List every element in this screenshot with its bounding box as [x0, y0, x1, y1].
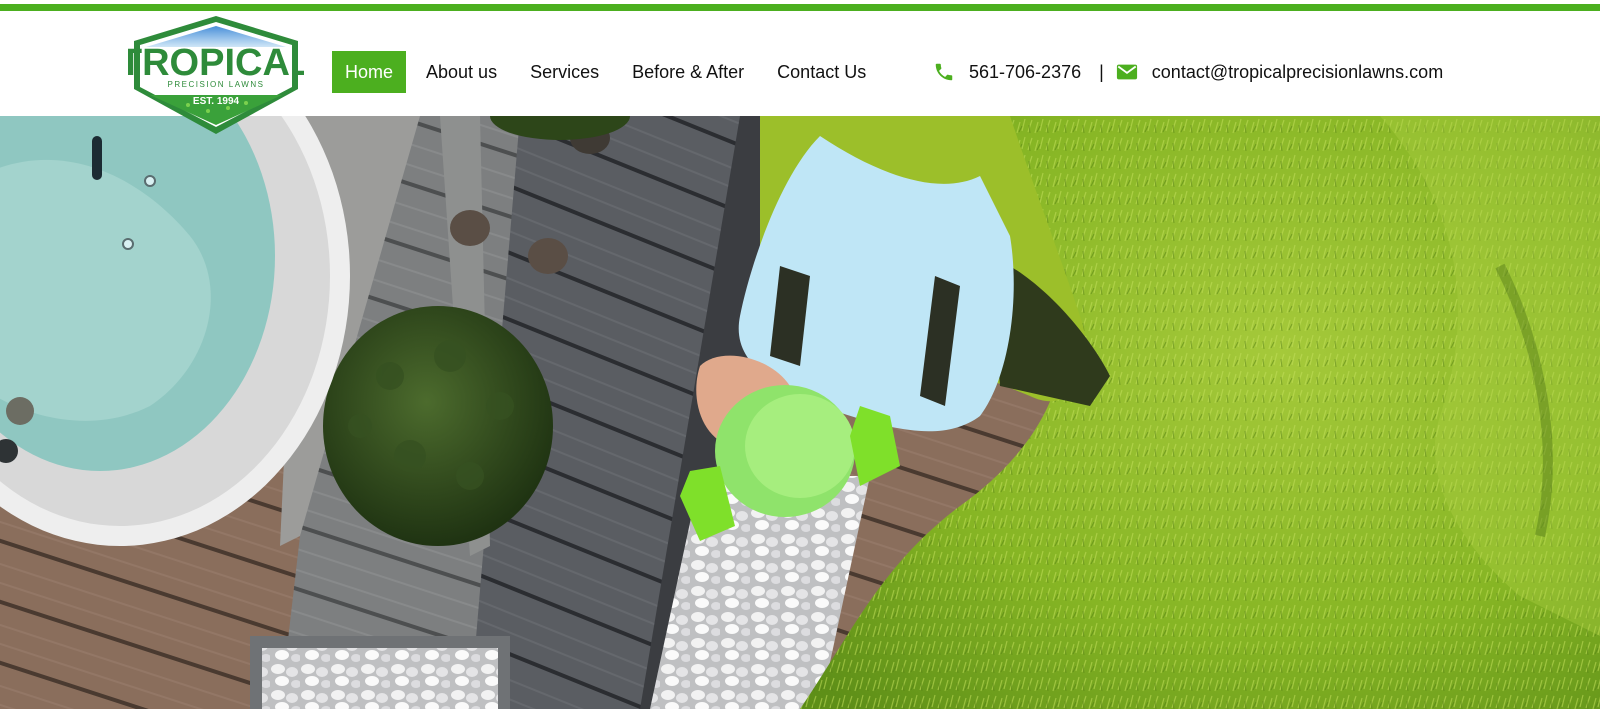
phone-link[interactable]: 561-706-2376	[969, 62, 1081, 83]
nav-item-before-after[interactable]: Before & After	[619, 51, 757, 93]
logo-tagline: PRECISION LAWNS	[168, 80, 265, 89]
envelope-icon[interactable]	[1116, 61, 1138, 83]
contact-separator: |	[1099, 61, 1104, 82]
nav-item-home[interactable]: Home	[332, 51, 407, 93]
nav-item-services[interactable]: Services	[517, 51, 612, 93]
site-logo[interactable]: TROPICAL PRECISION LAWNS EST. 1994	[119, 13, 313, 137]
hero-banner	[0, 116, 1600, 709]
email-link[interactable]: contact@tropicalprecisionlawns.com	[1152, 62, 1443, 83]
logo-wordmark: TROPICAL	[128, 42, 304, 84]
top-accent-stripe	[0, 4, 1600, 11]
nav-item-contact-us[interactable]: Contact Us	[764, 51, 879, 93]
hero-photo	[0, 116, 1600, 709]
nav-item-about-us[interactable]: About us	[413, 51, 510, 93]
phone-icon[interactable]	[933, 61, 955, 83]
header-contact: 561-706-2376 | contact@tropicalprecision…	[933, 51, 1443, 93]
logo-est: EST. 1994	[193, 96, 240, 107]
main-nav: Home About us Services Before & After Co…	[332, 51, 879, 93]
